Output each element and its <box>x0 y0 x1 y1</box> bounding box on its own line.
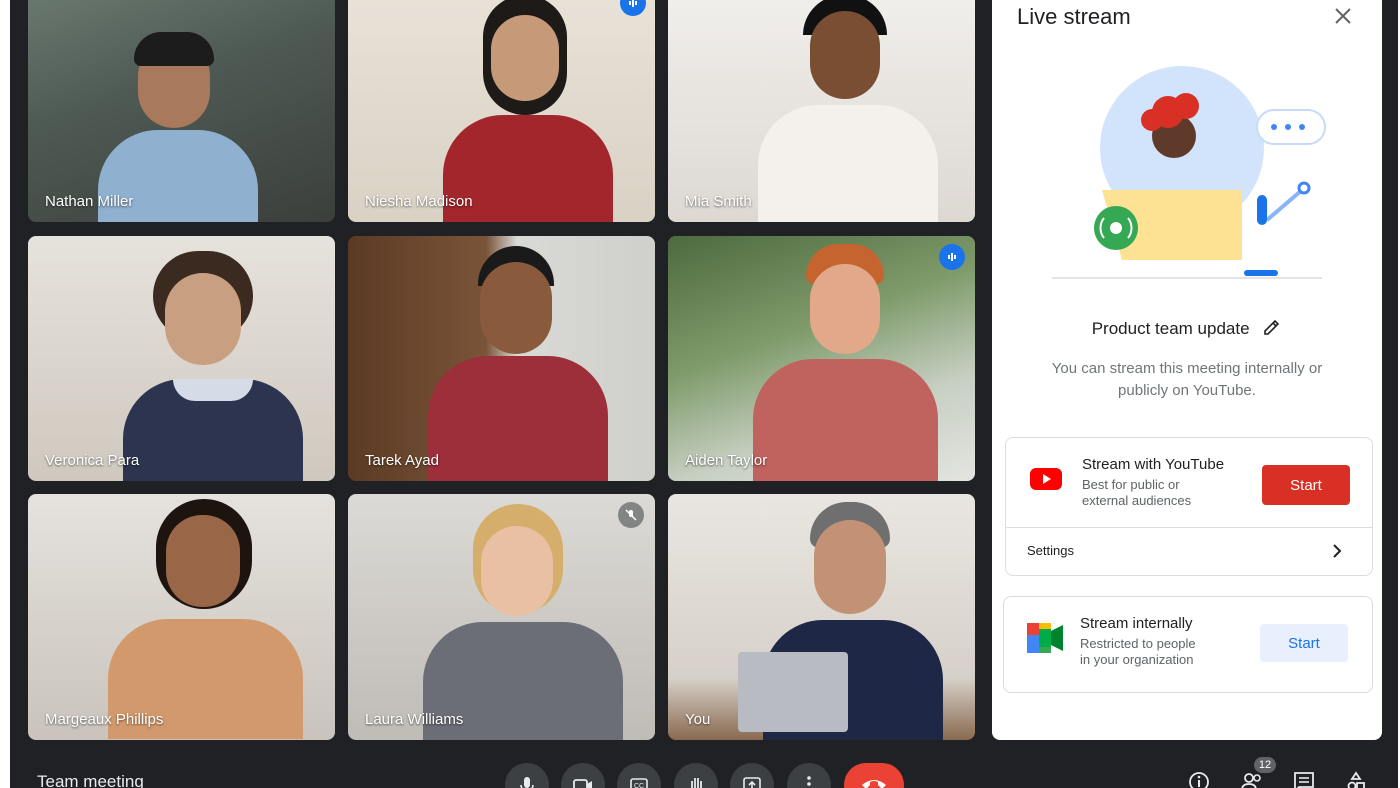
chat-icon[interactable] <box>1292 770 1316 788</box>
participant-tile[interactable]: Niesha Madison <box>348 0 655 222</box>
info-icon[interactable] <box>1187 770 1211 788</box>
youtube-subtitle-line: Best for public or <box>1082 477 1180 492</box>
participant-tile[interactable]: Margeaux Phillips <box>28 494 335 740</box>
participant-tile[interactable]: Veronica Para <box>28 236 335 481</box>
speaking-icon <box>939 244 965 270</box>
participant-count-badge: 12 <box>1254 757 1276 773</box>
activities-icon[interactable] <box>1344 770 1368 788</box>
participant-tile[interactable]: Nathan Miller <box>28 0 335 222</box>
more-options-icon <box>799 763 819 788</box>
participant-name: You <box>685 711 711 728</box>
internal-title: Stream internally <box>1080 615 1193 632</box>
stream-description: You can stream this meeting internally o… <box>1051 360 1323 399</box>
edit-icon[interactable] <box>1262 317 1282 342</box>
youtube-subtitle-line: external audiences <box>1082 493 1192 508</box>
panel-title: Live stream <box>1017 4 1131 29</box>
participant-name: Veronica Para <box>45 452 140 469</box>
internal-subtitle-line: in your organization <box>1080 652 1194 667</box>
youtube-title: Stream with YouTube <box>1082 456 1225 473</box>
participant-tile[interactable]: Mia Smith <box>668 0 975 222</box>
live-stream-illustration <box>1052 60 1332 282</box>
youtube-subtitle: Best for public or external audiences <box>1082 477 1191 509</box>
meeting-name-row: Product team update <box>992 317 1382 342</box>
internal-start-button[interactable]: Start <box>1260 624 1348 662</box>
live-stream-panel: Live stream Product team update You can … <box>992 0 1382 740</box>
participant-tile-active[interactable]: Aiden Taylor <box>668 236 975 481</box>
present-button[interactable] <box>730 763 774 788</box>
youtube-settings-row[interactable]: Settings <box>1006 528 1372 575</box>
more-options-button[interactable] <box>787 763 831 788</box>
youtube-stream-card: Stream with YouTube Best for public or e… <box>1005 437 1373 576</box>
internal-stream-card: Stream internally Restricted to people i… <box>1003 596 1373 693</box>
chevron-right-icon <box>1328 542 1346 565</box>
internal-subtitle: Restricted to people in your organizatio… <box>1080 636 1196 668</box>
meet-app: Nathan Miller Niesha Madison Mia Smith V… <box>10 0 1398 788</box>
participant-name: Tarek Ayad <box>365 452 439 469</box>
end-call-button[interactable] <box>844 763 904 788</box>
settings-label: Settings <box>1027 543 1074 558</box>
mic-button[interactable] <box>505 763 549 788</box>
youtube-start-button[interactable]: Start <box>1262 465 1350 505</box>
participant-tile[interactable]: Tarek Ayad <box>348 236 655 481</box>
participant-name: Nathan Miller <box>45 193 134 210</box>
meeting-title: Team meeting <box>37 772 144 788</box>
participant-name: Aiden Taylor <box>685 452 768 469</box>
svg-text:CC: CC <box>634 783 644 788</box>
participant-name: Niesha Madison <box>365 193 473 210</box>
camera-icon <box>572 763 594 788</box>
participant-name: Mia Smith <box>685 193 752 210</box>
participant-name: Laura Williams <box>365 711 464 728</box>
participant-tile[interactable]: Laura Williams <box>348 494 655 740</box>
close-icon[interactable] <box>1332 5 1354 27</box>
meeting-name: Product team update <box>1091 318 1250 338</box>
captions-button[interactable]: CC <box>617 763 661 788</box>
youtube-icon <box>1030 468 1062 495</box>
participant-name: Margeaux Phillips <box>45 711 164 728</box>
mic-off-icon <box>618 502 644 528</box>
participant-tile-self[interactable]: You <box>668 494 975 740</box>
mic-icon <box>517 763 537 788</box>
captions-icon: CC <box>629 763 649 788</box>
end-call-icon <box>860 763 888 788</box>
camera-button[interactable] <box>561 763 605 788</box>
internal-subtitle-line: Restricted to people <box>1080 636 1196 651</box>
raise-hand-icon <box>686 763 706 788</box>
meet-icon <box>1027 623 1063 658</box>
present-icon <box>742 763 762 788</box>
raise-hand-button[interactable] <box>674 763 718 788</box>
